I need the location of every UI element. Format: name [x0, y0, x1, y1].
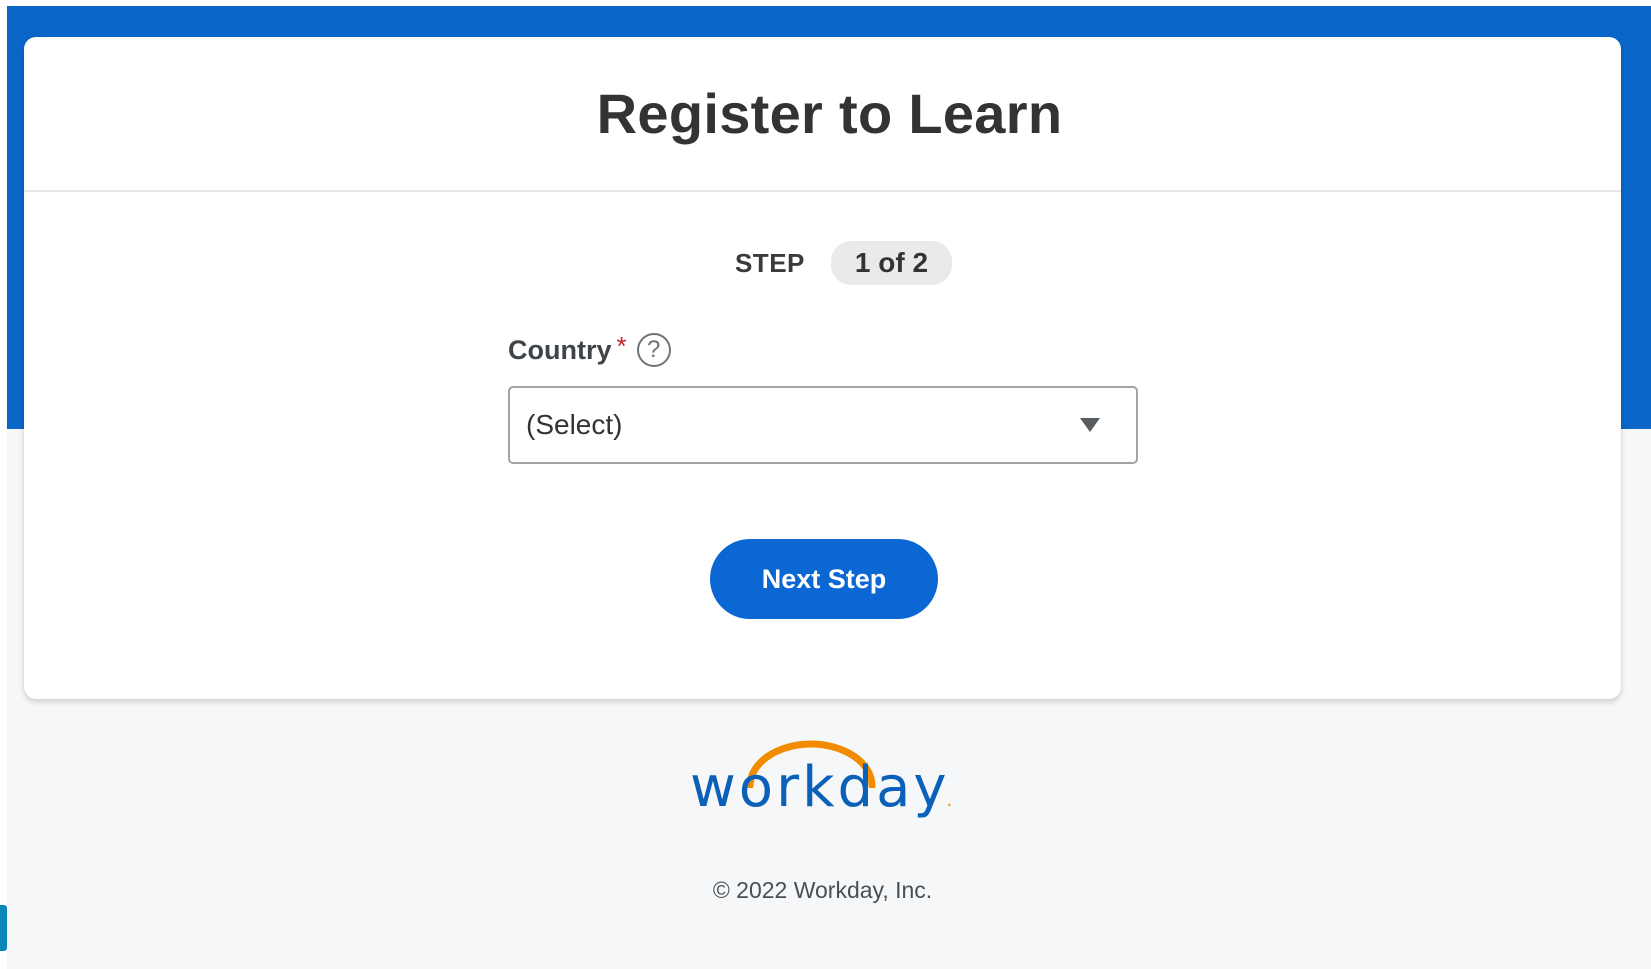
register-card: Register to Learn STEP 1 of 2 Country * … [24, 37, 1621, 699]
next-step-button[interactable]: Next Step [710, 539, 938, 619]
step-label: STEP [734, 247, 805, 278]
country-select-value: (Select) [526, 409, 623, 440]
country-label-row: Country * ? [508, 330, 671, 367]
logo-dot: . [946, 790, 953, 811]
page-title: Register to Learn [596, 82, 1063, 145]
logo-wordmark: workday. [690, 760, 952, 816]
chevron-down-icon [1080, 418, 1100, 432]
left-edge [0, 0, 7, 969]
required-indicator: * [616, 330, 627, 361]
card-header: Register to Learn [24, 37, 1621, 192]
corner-accent [0, 905, 7, 951]
country-label: Country [508, 334, 612, 365]
step-indicator: STEP 1 of 2 [45, 241, 1642, 285]
step-count-badge: 1 of 2 [830, 241, 953, 285]
country-select[interactable]: (Select) [508, 386, 1138, 464]
copyright-text: © 2022 Workday, Inc. [712, 877, 933, 903]
workday-logo: workday. [690, 738, 952, 838]
logo-wordmark-text: workday [690, 755, 950, 820]
help-icon[interactable]: ? [636, 333, 671, 367]
